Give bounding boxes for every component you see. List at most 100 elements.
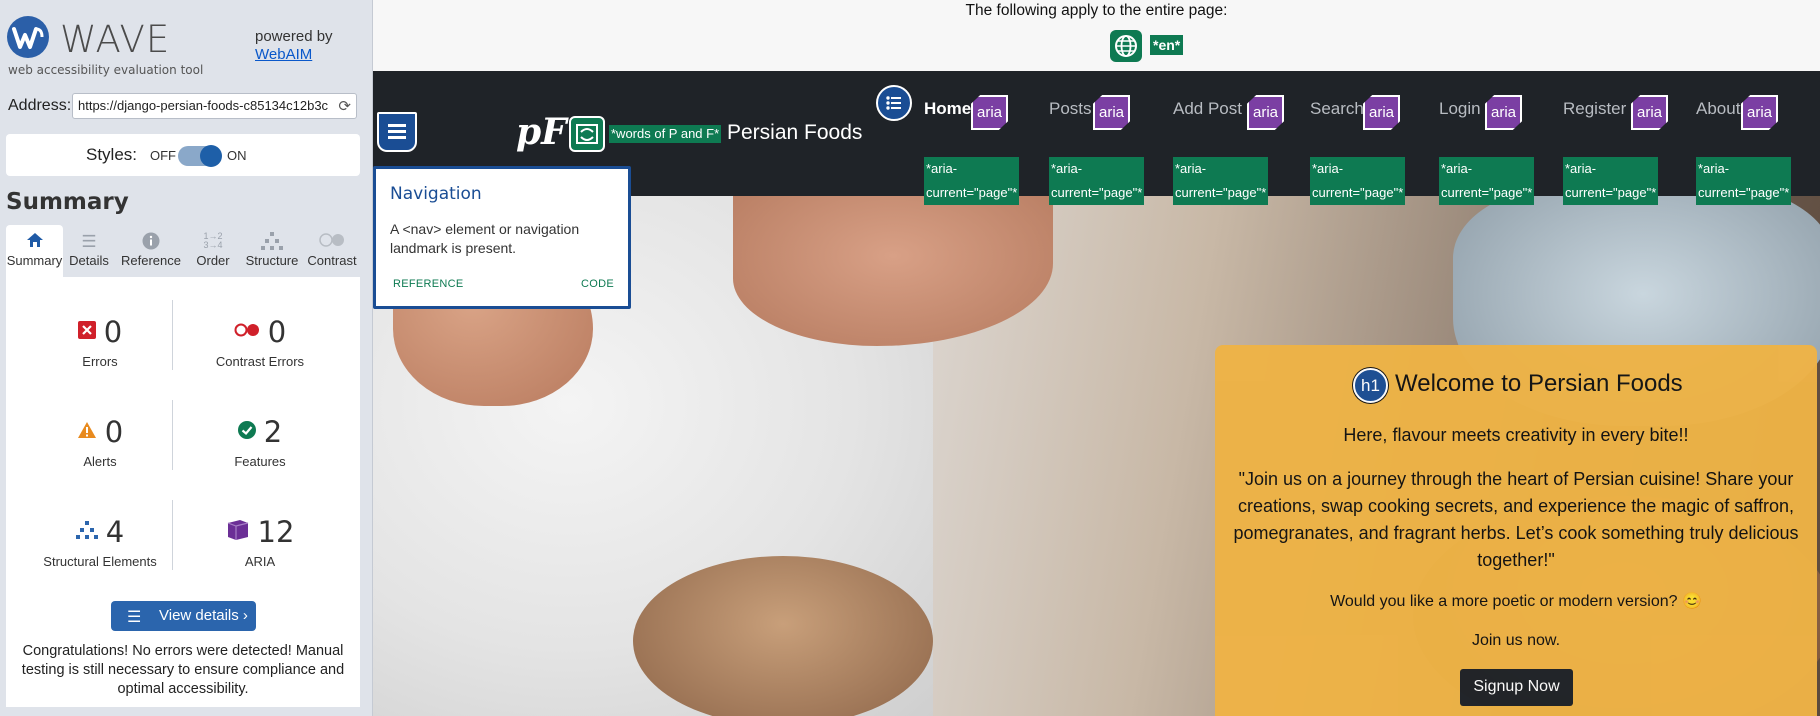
brand-name[interactable]: Persian Foods (727, 121, 862, 145)
contrast-errors-count: 0 (267, 315, 287, 349)
aria-icon[interactable]: aria (1485, 95, 1522, 130)
styles-on-label: ON (227, 148, 247, 163)
wave-logo-icon (7, 16, 49, 58)
aria-tag-line: current="page"* (1175, 185, 1267, 200)
tab-details[interactable]: ☰ Details (64, 225, 114, 277)
errors-label: Errors (82, 354, 118, 369)
tab-reference[interactable]: Reference (118, 225, 184, 277)
nav-label[interactable]: Posts (1049, 99, 1092, 119)
stat-aria[interactable]: 12 ARIA (180, 515, 340, 569)
summary-heading: Summary (6, 189, 129, 215)
pf-logo[interactable]: pF (516, 111, 567, 153)
stat-structural[interactable]: 4 Structural Elements (20, 515, 180, 569)
aria-count: 12 (257, 515, 295, 549)
language-tag: *en* (1150, 35, 1184, 55)
alt-text-tag: *words of P and F* (609, 125, 722, 143)
list-icon: ☰ (81, 232, 97, 251)
nav-label[interactable]: About (1696, 99, 1740, 119)
address-value: https://django-persian-foods-c85134c12b3… (78, 98, 329, 113)
aria-icon[interactable]: aria (1631, 95, 1668, 130)
aria-current-tag: *aria-current="page"* (1696, 157, 1792, 205)
reload-icon[interactable]: ⟳ (338, 97, 351, 115)
tab-label: Order (196, 253, 230, 268)
view-details-label: View details › (159, 607, 248, 624)
tab-structure[interactable]: Structure (242, 225, 302, 277)
features-label: Features (234, 454, 286, 469)
error-icon (77, 320, 96, 344)
aria-tag-line: *aria- (1051, 161, 1083, 176)
feature-check-icon (237, 420, 256, 444)
aria-icon[interactable]: aria (1741, 95, 1778, 130)
aria-tag-line: current="page"* (1051, 185, 1143, 200)
aria-current-tag: *aria-current="page"* (1310, 157, 1406, 205)
aria-cube-icon (226, 519, 250, 546)
list-icon: ☰ (127, 609, 142, 626)
aria-icon[interactable]: aria (1247, 95, 1284, 130)
wave-title: WAVE (60, 18, 171, 61)
nav-label[interactable]: Login (1439, 99, 1481, 119)
tab-label: Details (69, 253, 109, 268)
webaim-link[interactable]: WebAIM (255, 46, 333, 64)
tab-label: Reference (121, 253, 181, 268)
nav-label[interactable]: Register (1563, 99, 1626, 119)
structure-icon (75, 520, 98, 544)
wave-tagline: web accessibility evaluation tool (8, 63, 204, 77)
aria-tag-line: *aria- (1565, 161, 1597, 176)
linked-image-icon[interactable] (569, 116, 605, 152)
tooltip-code-link[interactable]: CODE (581, 278, 614, 290)
tab-contrast[interactable]: Contrast (304, 225, 360, 277)
powered-by-text: powered by (255, 28, 333, 45)
powered-by: powered by WebAIM (255, 28, 333, 64)
nav-label[interactable]: Home (924, 99, 971, 119)
unordered-list-icon[interactable] (876, 85, 912, 121)
aria-tag-line: *aria- (1698, 161, 1730, 176)
card-subtitle: Here, flavour meets creativity in every … (1343, 425, 1689, 445)
wave-tabs: Summary ☰ Details Reference 1→2 3→4 Order… (6, 225, 360, 277)
h1-heading-icon[interactable]: h1 (1353, 368, 1388, 403)
stat-alerts[interactable]: 0 Alerts (20, 415, 180, 469)
page-title: Welcome to Persian Foods (1395, 370, 1683, 397)
styles-label: Styles: (86, 145, 138, 164)
aria-tag-line: *aria- (1175, 161, 1207, 176)
structure-icon (242, 225, 302, 253)
tab-label: Summary (6, 253, 63, 268)
page-viewport: The following apply to the entire page: … (373, 0, 1820, 716)
nav-label[interactable]: Add Post (1173, 99, 1242, 119)
styles-off-label: OFF (150, 148, 176, 163)
aria-icon[interactable]: aria (1363, 95, 1400, 130)
aria-tag-line: current="page"* (926, 185, 1018, 200)
tab-summary[interactable]: Summary (6, 225, 63, 277)
stat-contrast-errors[interactable]: 0 Contrast Errors (180, 315, 340, 369)
aria-tag-line: current="page"* (1698, 185, 1790, 200)
tooltip-title: Navigation (390, 184, 482, 204)
address-input[interactable]: https://django-persian-foods-c85134c12b3… (72, 93, 357, 119)
tooltip-reference-link[interactable]: REFERENCE (393, 278, 464, 290)
stat-features[interactable]: 2 Features (180, 415, 340, 469)
language-globe-icon[interactable] (1110, 30, 1142, 62)
navigation-landmark-icon[interactable] (377, 112, 417, 152)
home-icon (6, 225, 63, 253)
info-icon (118, 225, 184, 253)
alerts-label: Alerts (83, 454, 117, 469)
wood-board (633, 556, 933, 716)
contrast-icon (304, 225, 360, 253)
tab-label: Contrast (307, 253, 357, 268)
aria-tag-line: current="page"* (1565, 185, 1657, 200)
nav-label[interactable]: Search (1310, 99, 1364, 119)
address-label: Address: (8, 97, 72, 114)
chef-hand (733, 196, 1053, 346)
aria-icon[interactable]: aria (1093, 95, 1130, 130)
aria-current-tag: *aria-current="page"* (1173, 157, 1269, 205)
styles-toggle[interactable] (178, 145, 222, 167)
view-details-button[interactable]: ☰ View details › (111, 601, 256, 631)
structural-count: 4 (105, 515, 125, 549)
tooltip-body: A <nav> element or navigation landmark i… (390, 221, 580, 256)
aria-icon[interactable]: aria (971, 95, 1008, 130)
aria-tag-line: *aria- (1441, 161, 1473, 176)
order-icon: 1→2 3→4 (203, 231, 223, 250)
signup-button[interactable]: Signup Now (1460, 669, 1573, 706)
tab-order[interactable]: 1→2 3→4 Order (190, 225, 236, 277)
aria-label: ARIA (244, 554, 276, 569)
stat-errors[interactable]: 0 Errors (20, 315, 180, 369)
contrast-errors-label: Contrast Errors (215, 354, 305, 369)
